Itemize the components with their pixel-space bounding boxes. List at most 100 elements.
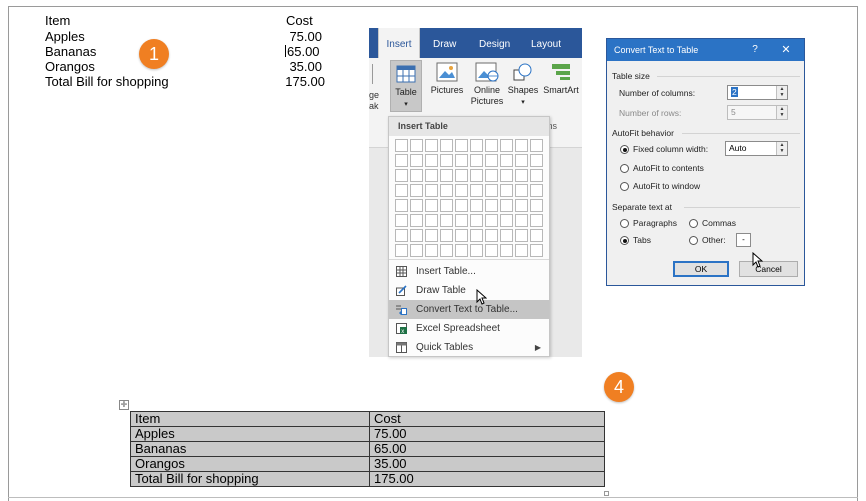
- grid-cell[interactable]: [485, 154, 498, 167]
- columns-spinner[interactable]: 2 ▲ ▼: [727, 85, 788, 100]
- grid-cell[interactable]: [425, 184, 438, 197]
- menu-item-insert-table[interactable]: Insert Table...: [389, 262, 549, 281]
- table-cell[interactable]: 175.00: [369, 471, 605, 487]
- grid-cell[interactable]: [485, 199, 498, 212]
- spinner-arrows-icon[interactable]: ▲ ▼: [776, 86, 787, 99]
- grid-cell[interactable]: [410, 184, 423, 197]
- grid-cell[interactable]: [395, 154, 408, 167]
- grid-cell[interactable]: [425, 139, 438, 152]
- grid-cell[interactable]: [500, 229, 513, 242]
- grid-cell[interactable]: [485, 139, 498, 152]
- grid-cell[interactable]: [410, 229, 423, 242]
- grid-cell[interactable]: [470, 214, 483, 227]
- radio-autofit-contents[interactable]: [620, 164, 629, 173]
- grid-cell[interactable]: [455, 244, 468, 257]
- grid-cell[interactable]: [485, 169, 498, 182]
- grid-cell[interactable]: [455, 154, 468, 167]
- grid-cell[interactable]: [410, 214, 423, 227]
- radio-fixed-column-width[interactable]: [620, 145, 629, 154]
- grid-cell[interactable]: [530, 169, 543, 182]
- menu-item-excel-spreadsheet[interactable]: x Excel Spreadsheet: [389, 319, 549, 338]
- table-cell[interactable]: Orangos: [130, 456, 370, 472]
- other-separator-input[interactable]: -: [736, 233, 751, 247]
- grid-cell[interactable]: [440, 154, 453, 167]
- grid-cell[interactable]: [500, 139, 513, 152]
- radio-other[interactable]: [689, 236, 698, 245]
- grid-cell[interactable]: [455, 184, 468, 197]
- help-icon[interactable]: ?: [748, 39, 762, 61]
- grid-cell[interactable]: [500, 184, 513, 197]
- tab-layout[interactable]: Layout: [531, 28, 561, 58]
- text-cost-with-caret[interactable]: 65.00: [285, 44, 320, 59]
- shapes-button[interactable]: Shapes ▾: [507, 62, 539, 108]
- grid-cell[interactable]: [530, 184, 543, 197]
- grid-cell[interactable]: [515, 184, 528, 197]
- grid-cell[interactable]: [440, 184, 453, 197]
- grid-cell[interactable]: [455, 199, 468, 212]
- grid-cell[interactable]: [410, 244, 423, 257]
- grid-cell[interactable]: [500, 169, 513, 182]
- grid-cell[interactable]: [455, 139, 468, 152]
- grid-cell[interactable]: [455, 214, 468, 227]
- grid-cell[interactable]: [425, 199, 438, 212]
- grid-cell[interactable]: [500, 154, 513, 167]
- grid-cell[interactable]: [440, 139, 453, 152]
- table-cell[interactable]: Cost: [369, 411, 605, 427]
- fixed-width-spinner[interactable]: Auto ▲ ▼: [725, 141, 788, 156]
- grid-cell[interactable]: [485, 184, 498, 197]
- tab-insert[interactable]: Insert: [378, 28, 420, 58]
- grid-cell[interactable]: [395, 184, 408, 197]
- table-cell[interactable]: Bananas: [130, 441, 370, 457]
- close-icon[interactable]: ✕: [779, 39, 793, 61]
- grid-cell[interactable]: [470, 199, 483, 212]
- grid-cell[interactable]: [440, 229, 453, 242]
- grid-cell[interactable]: [485, 244, 498, 257]
- radio-autofit-window[interactable]: [620, 182, 629, 191]
- cancel-button[interactable]: Cancel: [739, 261, 798, 277]
- tab-draw[interactable]: Draw: [433, 28, 456, 58]
- table-cell[interactable]: Total Bill for shopping: [130, 471, 370, 487]
- grid-cell[interactable]: [515, 154, 528, 167]
- grid-cell[interactable]: [470, 154, 483, 167]
- grid-cell[interactable]: [440, 199, 453, 212]
- menu-item-draw-table[interactable]: Draw Table: [389, 281, 549, 300]
- grid-cell[interactable]: [395, 229, 408, 242]
- grid-cell[interactable]: [515, 214, 528, 227]
- grid-cell[interactable]: [395, 214, 408, 227]
- grid-cell[interactable]: [455, 169, 468, 182]
- grid-cell[interactable]: [395, 169, 408, 182]
- grid-cell[interactable]: [530, 214, 543, 227]
- ok-button[interactable]: OK: [673, 261, 729, 277]
- smartart-button[interactable]: SmartArt: [540, 62, 582, 96]
- grid-cell[interactable]: [530, 229, 543, 242]
- grid-cell[interactable]: [410, 139, 423, 152]
- grid-cell[interactable]: [425, 169, 438, 182]
- table-move-handle-icon[interactable]: ✛: [119, 400, 129, 410]
- grid-cell[interactable]: [485, 229, 498, 242]
- grid-cell[interactable]: [395, 244, 408, 257]
- table-size-grid[interactable]: [395, 139, 543, 257]
- radio-paragraphs[interactable]: [620, 219, 629, 228]
- table-cell[interactable]: 35.00: [369, 456, 605, 472]
- menu-item-convert-text-to-table[interactable]: Convert Text to Table...: [389, 300, 549, 319]
- grid-cell[interactable]: [455, 229, 468, 242]
- grid-cell[interactable]: [470, 244, 483, 257]
- grid-cell[interactable]: [410, 154, 423, 167]
- grid-cell[interactable]: [485, 214, 498, 227]
- grid-cell[interactable]: [530, 154, 543, 167]
- grid-cell[interactable]: [500, 214, 513, 227]
- grid-cell[interactable]: [515, 199, 528, 212]
- table-cell[interactable]: 75.00: [369, 426, 605, 442]
- pictures-button[interactable]: Pictures: [429, 62, 465, 96]
- grid-cell[interactable]: [530, 199, 543, 212]
- table-cell[interactable]: 65.00: [369, 441, 605, 457]
- grid-cell[interactable]: [470, 169, 483, 182]
- grid-cell[interactable]: [515, 169, 528, 182]
- table-button[interactable]: Table ▾: [390, 60, 422, 112]
- grid-cell[interactable]: [470, 229, 483, 242]
- grid-cell[interactable]: [425, 244, 438, 257]
- grid-cell[interactable]: [425, 154, 438, 167]
- table-cell[interactable]: Item: [130, 411, 370, 427]
- tab-design[interactable]: Design: [479, 28, 510, 58]
- table-resize-handle[interactable]: [604, 491, 609, 496]
